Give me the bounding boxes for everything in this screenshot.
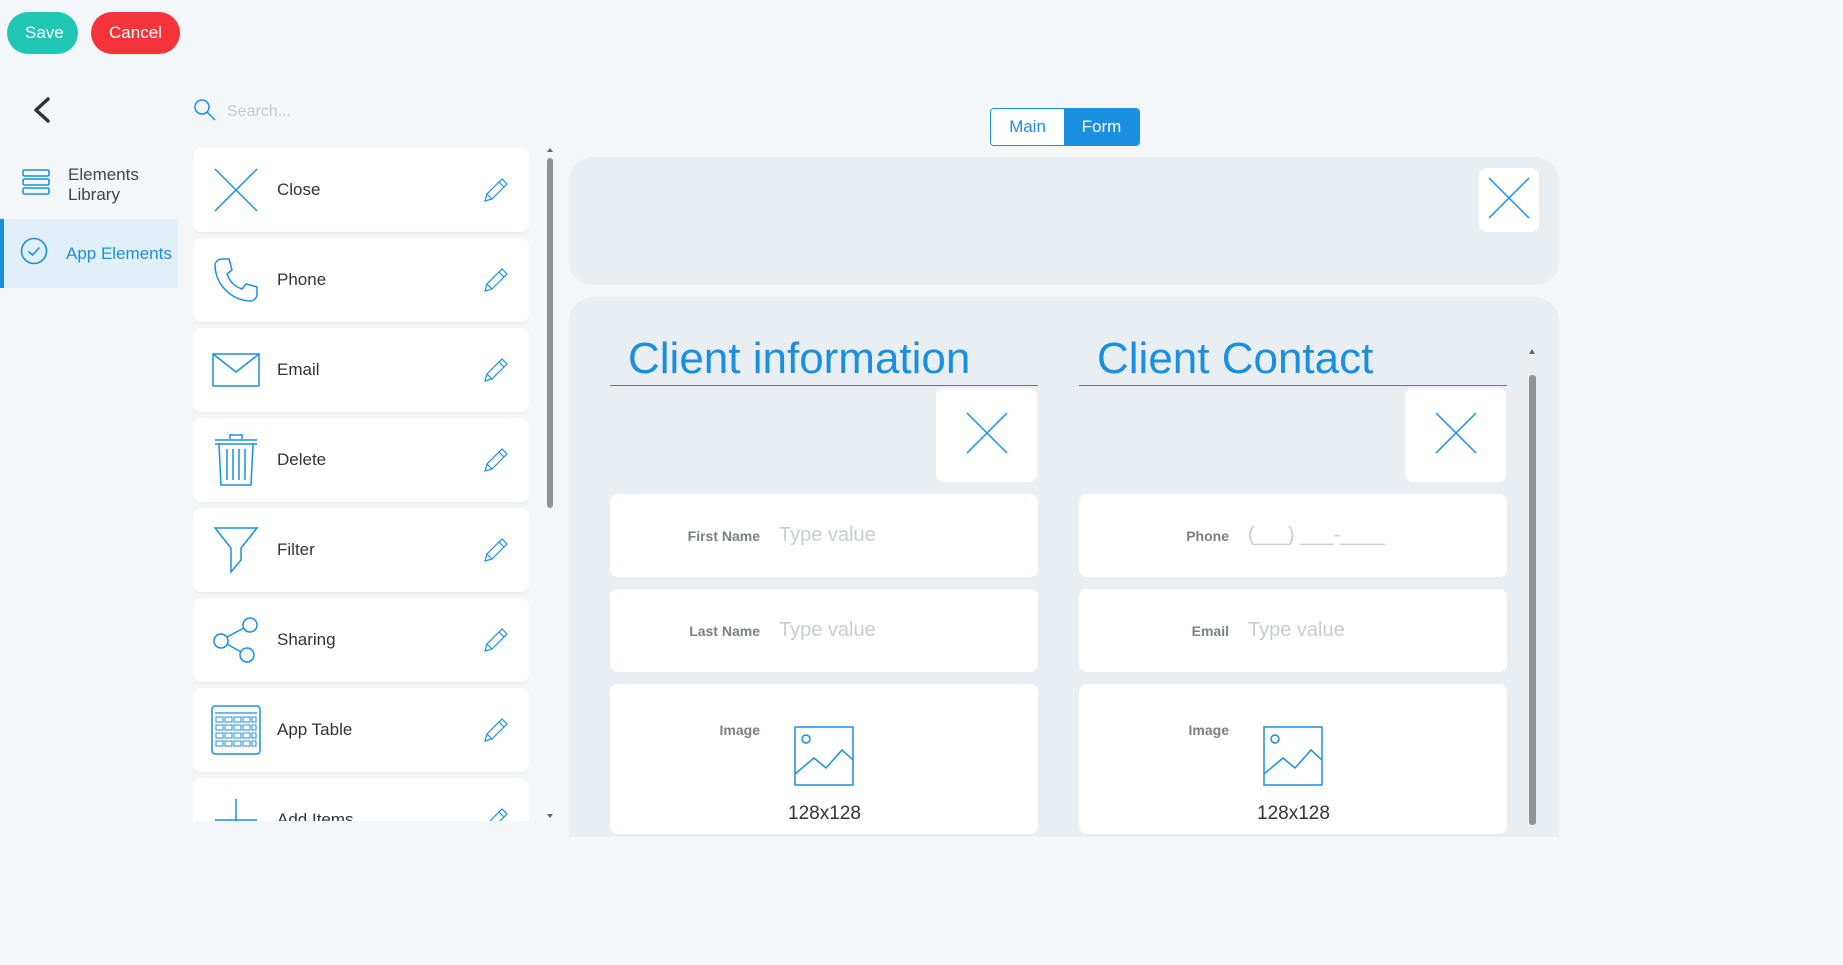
list-item-sharing[interactable]: Sharing [193,598,529,682]
last-name-field[interactable]: Last Name Type value [610,589,1038,672]
field-label: Image [1188,722,1229,738]
elements-list: Close Phone Email Delete Filter Sharing … [193,148,529,821]
pencil-icon[interactable] [481,625,511,655]
sidebar-item-app-elements[interactable]: App Elements [0,219,178,288]
image-icon[interactable] [1263,726,1324,791]
scrollbar-thumb[interactable] [547,158,553,508]
email-field[interactable]: Email Type value [1079,589,1507,672]
list-item-label: Sharing [277,630,336,649]
image-size-label: 128x128 [788,803,861,824]
tab-main[interactable]: Main [991,109,1064,145]
client-information-section: Client information First Name Type value… [610,297,1038,834]
field-label: Email [1191,622,1229,639]
pencil-icon[interactable] [481,355,511,385]
phone-field[interactable]: Phone (___) ___-____ [1079,494,1507,577]
sidebar-item-elements-library[interactable]: Elements Library [0,150,178,219]
list-item-email[interactable]: Email [193,328,529,412]
list-item-label: Filter [277,540,315,559]
field-label: First Name [687,527,760,544]
layers-icon [22,169,50,200]
image-field[interactable]: Image 128x128 [1079,684,1507,834]
envelope-icon [211,345,261,395]
list-item-phone[interactable]: Phone [193,238,529,322]
close-icon [1434,411,1478,460]
search-icon [193,98,217,127]
pencil-icon[interactable] [481,175,511,205]
close-element[interactable] [936,388,1037,482]
image-icon[interactable] [794,726,855,791]
last-name-input[interactable]: Type value [779,619,876,642]
phone-input[interactable]: (___) ___-____ [1248,524,1385,547]
image-size-label: 128x128 [1257,803,1330,824]
list-item-app-table[interactable]: App Table [193,688,529,772]
list-item-label: App Table [277,720,353,739]
close-icon [211,165,261,215]
filter-icon [211,525,261,575]
scrollbar-thumb[interactable] [1529,375,1536,825]
close-icon [1487,176,1531,225]
first-name-input[interactable]: Type value [779,524,876,547]
sidebar-item-label: App Elements [66,243,172,263]
close-element[interactable] [1405,388,1506,482]
image-field[interactable]: Image 128x128 [610,684,1038,834]
top-toolbar: Save Cancel [7,12,180,54]
client-contact-section: Client Contact Phone (___) ___-____ Emai… [1079,297,1507,834]
field-label: Image [719,722,760,738]
library-scrollbar[interactable] [543,146,557,821]
phone-icon [211,255,261,305]
header-panel [569,157,1559,285]
list-item-add-items[interactable]: Add Items [193,778,529,821]
back-arrow-icon[interactable] [30,96,54,124]
list-item-close[interactable]: Close [193,148,529,232]
close-element[interactable] [1479,168,1539,232]
check-circle-icon [20,237,48,270]
sidebar-item-label: Elements Library [68,164,139,204]
pencil-icon[interactable] [481,445,511,475]
search-input[interactable] [227,103,507,121]
table-icon [211,705,261,755]
search-bar [193,94,523,130]
trash-icon [211,434,261,486]
field-label: Last Name [689,622,760,639]
email-input[interactable]: Type value [1248,619,1345,642]
list-item-label: Delete [277,450,327,469]
form-scrollbar[interactable] [1525,340,1539,825]
close-icon [965,411,1009,460]
view-toggle: Main Form [990,108,1140,146]
pencil-icon[interactable] [481,535,511,565]
section-title: Client information [610,335,1038,386]
list-item-filter[interactable]: Filter [193,508,529,592]
cancel-button[interactable]: Cancel [91,12,180,54]
plus-icon [211,795,261,821]
pencil-icon[interactable] [481,805,511,821]
first-name-field[interactable]: First Name Type value [610,494,1038,577]
list-item-label: Close [277,180,321,199]
save-button[interactable]: Save [7,12,78,54]
pencil-icon[interactable] [481,265,511,295]
list-item-delete[interactable]: Delete [193,418,529,502]
share-icon [211,615,261,665]
list-item-label: Email [277,360,320,379]
pencil-icon[interactable] [481,715,511,745]
tab-form[interactable]: Form [1064,109,1139,145]
form-panel: Client information First Name Type value… [569,297,1559,837]
field-label: Phone [1186,527,1229,544]
list-item-label: Phone [277,270,327,289]
sidebar-nav: Elements Library App Elements [0,150,178,288]
section-title: Client Contact [1079,335,1507,386]
list-item-label: Add Items [277,810,354,821]
